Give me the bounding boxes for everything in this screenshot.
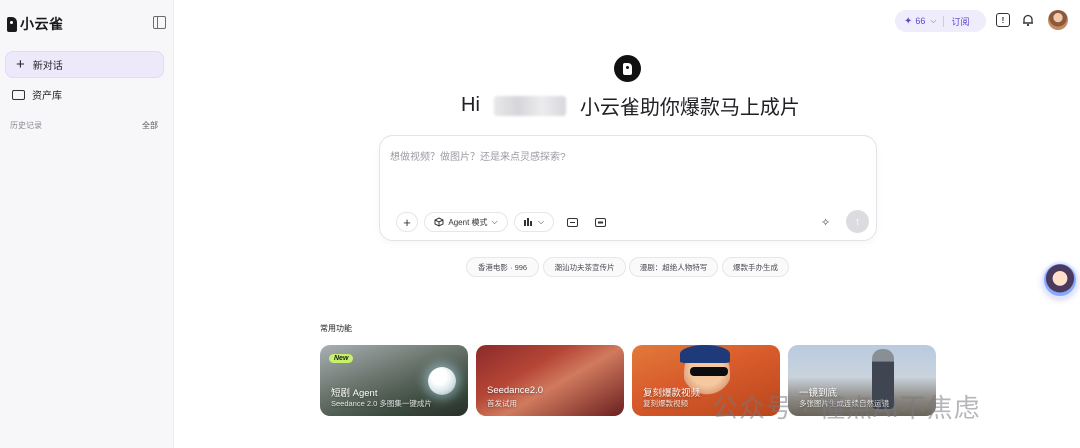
- feature-card-short-drama[interactable]: New 短剧 Agent Seedance 2.0 多图集一键成片: [320, 345, 468, 416]
- greeting: Hi 小云雀助你爆款马上成片: [461, 91, 800, 120]
- sidebar-item-assets[interactable]: 资产库: [12, 87, 62, 102]
- subscribe-button[interactable]: 订阅: [951, 15, 969, 28]
- image-mode-button[interactable]: [562, 212, 582, 232]
- prompt-box[interactable]: 想做视频？做图片？还是来点灵感探索? + Agent 模式 ⌵ ⌵ ✧ ↑: [379, 135, 877, 241]
- logo-icon: [7, 16, 17, 32]
- card-subtitle: 首发试用: [487, 399, 517, 408]
- app-name: 小云雀: [20, 16, 64, 32]
- assistant-avatar-button[interactable]: [1042, 262, 1078, 298]
- video-icon: [594, 217, 606, 227]
- app-logo[interactable]: 小云雀: [7, 14, 64, 34]
- chevron-down-icon: ⌵: [491, 217, 498, 226]
- agent-mode-selector[interactable]: Agent 模式 ⌵: [424, 212, 508, 232]
- sidebar-toggle-icon[interactable]: [153, 16, 166, 29]
- card-subtitle: Seedance 2.0 多图集一键成片: [331, 399, 432, 408]
- magic-wand-icon[interactable]: ✧: [821, 216, 830, 229]
- credits-pill[interactable]: ✦ 66 ⌵ 订阅: [895, 10, 986, 32]
- ratio-selector[interactable]: ⌵: [514, 212, 554, 232]
- plus-icon: +: [16, 56, 25, 73]
- video-mode-button[interactable]: [590, 212, 610, 232]
- folder-icon: [12, 89, 25, 100]
- suggestion-chip[interactable]: 香港电影 · 996: [466, 257, 539, 277]
- card-subtitle: 复刻爆款视频: [643, 399, 688, 408]
- suggestion-chip[interactable]: 爆款手办生成: [722, 257, 789, 277]
- bar-chart-icon: [523, 218, 532, 226]
- card-title: Seedance2.0: [487, 385, 543, 396]
- cube-icon: [434, 217, 444, 227]
- send-button[interactable]: ↑: [846, 210, 869, 233]
- history-label: 历史记录: [10, 121, 42, 130]
- bell-icon[interactable]: [1021, 13, 1035, 27]
- chevron-down-icon: ⌵: [930, 16, 937, 25]
- new-badge: New: [329, 354, 354, 363]
- hero-logo-icon: [614, 55, 641, 82]
- new-chat-label: 新对话: [32, 61, 63, 72]
- card-title: 短剧 Agent: [331, 388, 378, 399]
- sidebar: 小云雀 + 新对话 资产库 历史记录 全部: [0, 0, 174, 448]
- add-attachment-button[interactable]: +: [396, 212, 418, 232]
- new-chat-button[interactable]: + 新对话: [5, 51, 164, 78]
- card-image: [428, 367, 456, 395]
- credits-value: 66: [915, 16, 926, 26]
- sparkle-icon: ✦: [904, 15, 913, 27]
- suggestion-chip[interactable]: 漫剧：超绝人物特写: [629, 257, 718, 277]
- feature-card-seedance[interactable]: Seedance2.0 首发试用: [476, 345, 624, 416]
- blurred-username: [493, 95, 566, 116]
- user-avatar[interactable]: [1048, 10, 1068, 30]
- chevron-down-icon: ⌵: [537, 217, 545, 226]
- divider: [943, 15, 945, 27]
- features-section-title: 常用功能: [320, 324, 352, 333]
- watermark: 公众号 · 懂点AI不焦虑: [712, 393, 981, 423]
- card-image-glasses: [690, 367, 728, 376]
- feedback-icon[interactable]: !: [996, 13, 1010, 27]
- card-title: 复刻爆款视频: [643, 388, 701, 399]
- image-icon: [566, 217, 578, 227]
- assets-label: 资产库: [32, 91, 62, 102]
- prompt-input[interactable]: 想做视频？做图片？还是来点灵感探索?: [390, 148, 566, 163]
- agent-mode-label: Agent 模式: [448, 217, 488, 227]
- suggestion-chip[interactable]: 潮汕功夫茶宣传片: [543, 257, 626, 277]
- history-header: 历史记录 全部: [10, 120, 158, 131]
- greeting-tagline: 小云雀助你爆款马上成片: [579, 97, 800, 119]
- card-image-hat: [680, 345, 730, 363]
- history-all-link[interactable]: 全部: [142, 120, 158, 131]
- greeting-prefix: Hi: [461, 94, 480, 116]
